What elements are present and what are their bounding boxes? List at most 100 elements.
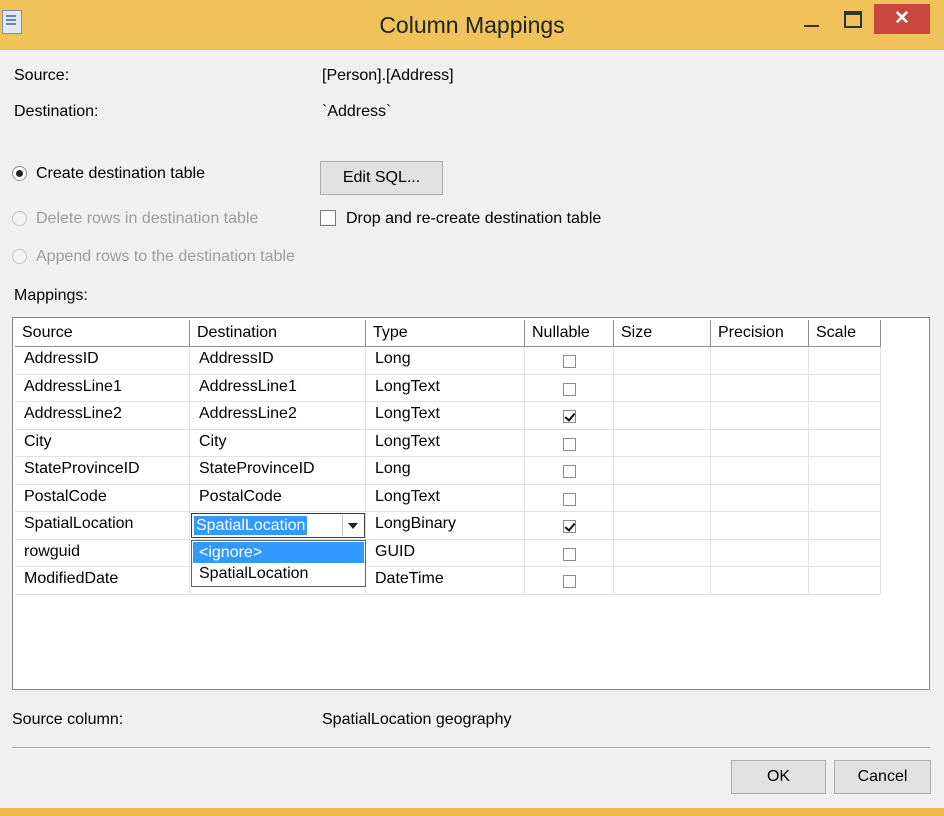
cell-precision[interactable] [711, 567, 809, 594]
nullable-checkbox[interactable] [563, 410, 576, 423]
cell-precision[interactable] [711, 347, 809, 374]
footer-divider-highlight [12, 748, 930, 749]
cell-source[interactable]: AddressLine2 [15, 402, 190, 429]
cell-scale[interactable] [809, 402, 881, 429]
delete-rows-label: Delete rows in destination table [36, 210, 259, 227]
cell-type[interactable]: LongText [366, 430, 525, 457]
cell-type[interactable]: Long [366, 347, 525, 374]
create-table-radio[interactable] [12, 166, 27, 181]
nullable-checkbox[interactable] [563, 383, 576, 396]
cell-destination[interactable]: AddressID [190, 347, 366, 374]
column-header-nullable[interactable]: Nullable [525, 320, 614, 347]
drop-recreate-checkbox[interactable] [320, 210, 336, 226]
cell-source[interactable]: AddressLine1 [15, 375, 190, 402]
edit-sql-button[interactable]: Edit SQL... [320, 161, 443, 195]
cell-size[interactable] [614, 402, 711, 429]
nullable-checkbox[interactable] [563, 355, 576, 368]
cell-source[interactable]: rowguid [15, 540, 190, 567]
nullable-checkbox[interactable] [563, 520, 576, 533]
cell-scale[interactable] [809, 485, 881, 512]
source-column-value: SpatialLocation geography [322, 711, 512, 728]
mappings-grid[interactable]: Source Destination Type Nullable Size Pr… [12, 317, 930, 690]
cell-size[interactable] [614, 512, 711, 539]
ok-button[interactable]: OK [731, 760, 826, 794]
column-header-type[interactable]: Type [366, 320, 525, 347]
cell-source[interactable]: StateProvinceID [15, 457, 190, 484]
cell-scale[interactable] [809, 540, 881, 567]
delete-rows-radio[interactable] [12, 211, 27, 226]
cell-scale[interactable] [809, 567, 881, 594]
close-button[interactable]: ✕ [874, 4, 930, 34]
cell-type[interactable]: GUID [366, 540, 525, 567]
column-header-precision[interactable]: Precision [711, 320, 809, 347]
cell-destination[interactable]: AddressLine2 [190, 402, 366, 429]
cell-size[interactable] [614, 540, 711, 567]
cell-size[interactable] [614, 430, 711, 457]
window-bottom-border [0, 808, 944, 816]
dropdown-option-ignore[interactable]: <ignore> [193, 542, 364, 563]
cell-scale[interactable] [809, 347, 881, 374]
cell-size[interactable] [614, 347, 711, 374]
cell-precision[interactable] [711, 485, 809, 512]
source-column-label: Source column: [12, 711, 124, 728]
column-header-destination[interactable]: Destination [190, 320, 366, 347]
cell-precision[interactable] [711, 430, 809, 457]
column-header-scale[interactable]: Scale [809, 320, 881, 347]
cell-precision[interactable] [711, 512, 809, 539]
column-mappings-dialog: Column Mappings ✕ Source: [Person].[Addr… [0, 0, 944, 808]
cell-type[interactable]: LongBinary [366, 512, 525, 539]
title-bar[interactable]: Column Mappings ✕ [0, 0, 944, 50]
cell-scale[interactable] [809, 375, 881, 402]
cell-size[interactable] [614, 567, 711, 594]
cell-type[interactable]: LongText [366, 375, 525, 402]
cell-precision[interactable] [711, 540, 809, 567]
dropdown-option-spatiallocation[interactable]: SpatialLocation [193, 563, 364, 584]
cell-source[interactable]: City [15, 430, 190, 457]
source-value: [Person].[Address] [322, 67, 454, 84]
cell-destination[interactable]: StateProvinceID [190, 457, 366, 484]
append-rows-radio[interactable] [12, 249, 27, 264]
cell-precision[interactable] [711, 402, 809, 429]
destination-dropdown-list[interactable]: <ignore> SpatialLocation [191, 540, 366, 587]
cell-precision[interactable] [711, 375, 809, 402]
combobox-selected-value: SpatialLocation [194, 516, 308, 535]
chevron-down-icon[interactable] [342, 515, 363, 536]
cell-source[interactable]: AddressID [15, 347, 190, 374]
cancel-button[interactable]: Cancel [834, 760, 931, 794]
nullable-checkbox[interactable] [563, 465, 576, 478]
minimize-button[interactable] [796, 4, 828, 36]
column-header-source[interactable]: Source [15, 320, 190, 347]
cell-scale[interactable] [809, 512, 881, 539]
nullable-checkbox[interactable] [563, 575, 576, 588]
cell-scale[interactable] [809, 430, 881, 457]
cell-destination[interactable]: AddressLine1 [190, 375, 366, 402]
column-header-size[interactable]: Size [614, 320, 711, 347]
cell-source[interactable]: ModifiedDate [15, 567, 190, 594]
destination-combobox[interactable]: SpatialLocation [191, 513, 365, 538]
nullable-checkbox[interactable] [563, 548, 576, 561]
create-table-label[interactable]: Create destination table [36, 165, 205, 183]
cell-type[interactable]: Long [366, 457, 525, 484]
mappings-label: Mappings: [14, 287, 88, 304]
destination-label: Destination: [14, 103, 99, 120]
drop-recreate-label[interactable]: Drop and re-create destination table [346, 210, 601, 228]
cell-source[interactable]: PostalCode [15, 485, 190, 512]
cell-scale[interactable] [809, 457, 881, 484]
destination-value: `Address` [322, 103, 392, 120]
nullable-checkbox[interactable] [563, 438, 576, 451]
append-rows-label: Append rows to the destination table [36, 248, 295, 265]
cell-type[interactable]: DateTime [366, 567, 525, 594]
cell-size[interactable] [614, 457, 711, 484]
maximize-button[interactable] [837, 4, 869, 36]
cell-type[interactable]: LongText [366, 402, 525, 429]
cell-destination[interactable]: City [190, 430, 366, 457]
grid-horizontal-line [15, 594, 881, 595]
cell-size[interactable] [614, 375, 711, 402]
cell-source[interactable]: SpatialLocation [15, 512, 190, 539]
cell-type[interactable]: LongText [366, 485, 525, 512]
source-label: Source: [14, 67, 70, 84]
nullable-checkbox[interactable] [563, 493, 576, 506]
cell-destination[interactable]: PostalCode [190, 485, 366, 512]
cell-precision[interactable] [711, 457, 809, 484]
cell-size[interactable] [614, 485, 711, 512]
